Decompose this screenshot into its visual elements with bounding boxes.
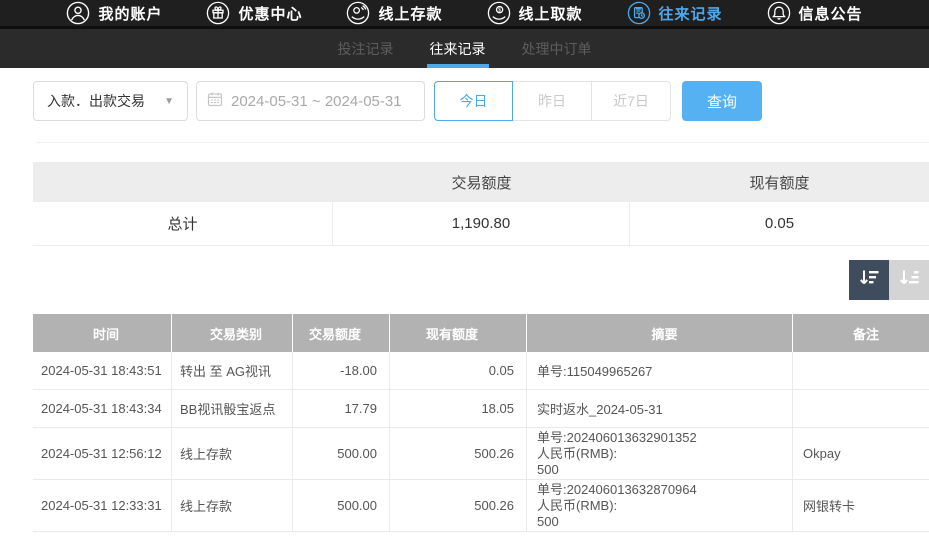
- table-row: 2024-05-31 12:56:12 线上存款 500.00 500.26 单…: [33, 428, 929, 480]
- header-remark: 备注: [852, 326, 879, 342]
- deposit-icon: [346, 1, 370, 25]
- date-range-value: 2024-05-31 ~ 2024-05-31: [231, 92, 402, 110]
- table-row: 2024-05-31 12:33:31 线上存款 500.00 500.26 单…: [33, 480, 929, 532]
- nav-item-announcements[interactable]: 信息公告: [767, 1, 863, 25]
- cell-balance: 500.26: [390, 428, 527, 479]
- summary-line: 单号:202406013632901352: [537, 429, 697, 445]
- header-balance: 现有额度: [390, 314, 527, 352]
- cell-time: 2024-05-31 12:56:12: [33, 428, 172, 479]
- header-summary: 摘要: [527, 314, 793, 352]
- cell-type: BB视讯骰宝返点: [172, 390, 293, 427]
- sort-descending-button[interactable]: [849, 260, 889, 300]
- summary-header-amount: 交易额度: [451, 174, 512, 192]
- today-button[interactable]: 今日: [434, 81, 513, 121]
- total-amount: 1,190.80: [333, 202, 630, 245]
- cell-remark: 网银转卡: [803, 499, 856, 514]
- nav-label: 线上存款: [378, 5, 443, 23]
- transaction-type-select[interactable]: 入款．出款交易 ▼: [33, 81, 188, 121]
- yesterday-button[interactable]: 昨日: [513, 81, 592, 121]
- sort-ascending-icon: [897, 266, 921, 295]
- summary-header-balance: 现有额度: [749, 174, 810, 192]
- summary-header-row: 交易额度 现有额度: [33, 162, 929, 202]
- cell-type: 线上存款: [172, 428, 293, 479]
- top-navigation: 我的账户 优惠中心 线上存款 $ 线上取款 往来记录 信息公告: [0, 0, 929, 26]
- table-header-row: 时间 交易类别 交易额度 现有额度 摘要 备注: [33, 314, 929, 352]
- cell-balance: 0.05: [390, 352, 527, 389]
- cell-amount: -18.00: [293, 352, 390, 389]
- cell-summary: 单号:115049965267: [527, 352, 793, 389]
- nav-item-my-account[interactable]: 我的账户: [66, 1, 162, 25]
- cell-time: 2024-05-31 18:43:51: [33, 352, 172, 389]
- cell-balance: 500.26: [390, 480, 527, 531]
- cell-amount: 500.00: [293, 428, 390, 479]
- cell-time: 2024-05-31 18:43:34: [33, 390, 172, 427]
- tab-betting-records[interactable]: 投注记录: [336, 29, 396, 68]
- nav-label: 我的账户: [98, 5, 163, 23]
- tab-transaction-records[interactable]: 往来记录: [426, 29, 489, 68]
- calendar-icon: [207, 91, 223, 111]
- header-amount: 交易额度: [293, 314, 390, 352]
- summary-table: 交易额度 现有额度 总计 1,190.80 0.05: [33, 162, 929, 246]
- search-button[interactable]: 查询: [682, 81, 762, 121]
- nav-label: 信息公告: [798, 5, 863, 23]
- nav-item-online-deposit[interactable]: 线上存款: [346, 1, 442, 25]
- nav-label: 线上取款: [518, 5, 583, 23]
- header-time: 时间: [33, 314, 172, 352]
- table-row: 2024-05-31 18:43:51 转出 至 AG视讯 -18.00 0.0…: [33, 352, 929, 390]
- tab-processing-orders[interactable]: 处理中订单: [520, 29, 594, 68]
- transactions-table: 时间 交易类别 交易额度 现有额度 摘要 备注 2024-05-31 18:43…: [33, 314, 929, 532]
- date-range-input[interactable]: 2024-05-31 ~ 2024-05-31: [196, 81, 425, 121]
- nav-label: 往来记录: [658, 5, 723, 23]
- summary-line: 500: [537, 461, 559, 477]
- nav-item-online-withdrawal[interactable]: $ 线上取款: [487, 1, 583, 25]
- summary-line: 单号:202406013632870964: [537, 481, 697, 497]
- nav-item-promotions[interactable]: 优惠中心: [206, 1, 302, 25]
- summary-line: 500: [537, 513, 559, 529]
- withdraw-icon: $: [487, 1, 511, 25]
- records-icon: [627, 1, 651, 25]
- last-7-days-button[interactable]: 近7日: [592, 81, 671, 121]
- record-tabs: 投注记录 往来记录 处理中订单: [0, 29, 929, 68]
- section-divider: [36, 142, 929, 143]
- cell-summary: 单号:202406013632870964 人民币(RMB): 500: [527, 480, 793, 531]
- cell-summary: 实时返水_2024-05-31: [527, 390, 793, 427]
- nav-item-transaction-records[interactable]: 往来记录: [627, 1, 723, 25]
- cell-remark: Okpay: [803, 446, 841, 461]
- cell-time: 2024-05-31 12:33:31: [33, 480, 172, 531]
- filter-bar: 入款．出款交易 ▼ 2024-05-31 ~ 2024-05-31 今日 昨日 …: [33, 81, 929, 121]
- sort-controls: [0, 260, 929, 300]
- nav-label: 优惠中心: [238, 5, 303, 23]
- gift-icon: [206, 1, 230, 25]
- cell-amount: 17.79: [293, 390, 390, 427]
- summary-line: 人民币(RMB):: [537, 445, 618, 461]
- sort-descending-icon: [857, 266, 881, 295]
- header-type: 交易类别: [172, 314, 293, 352]
- cell-remark: [793, 390, 929, 427]
- user-icon: [66, 1, 90, 25]
- cell-amount: 500.00: [293, 480, 390, 531]
- sort-ascending-button[interactable]: [889, 260, 929, 300]
- announcement-icon: [767, 1, 791, 25]
- summary-line: 人民币(RMB):: [537, 497, 618, 513]
- select-value: 入款．出款交易: [47, 93, 145, 109]
- summary-total-row: 总计 1,190.80 0.05: [33, 202, 929, 246]
- table-row: 2024-05-31 18:43:34 BB视讯骰宝返点 17.79 18.05…: [33, 390, 929, 428]
- cell-type: 线上存款: [172, 480, 293, 531]
- total-balance: 0.05: [764, 215, 795, 232]
- quick-date-buttons: 今日 昨日 近7日: [434, 81, 671, 121]
- chevron-down-icon: ▼: [164, 95, 174, 107]
- cell-balance: 18.05: [390, 390, 527, 427]
- cell-remark: [793, 352, 929, 389]
- total-label: 总计: [33, 202, 333, 245]
- cell-type: 转出 至 AG视讯: [172, 352, 293, 389]
- cell-summary: 单号:202406013632901352 人民币(RMB): 500: [527, 428, 793, 479]
